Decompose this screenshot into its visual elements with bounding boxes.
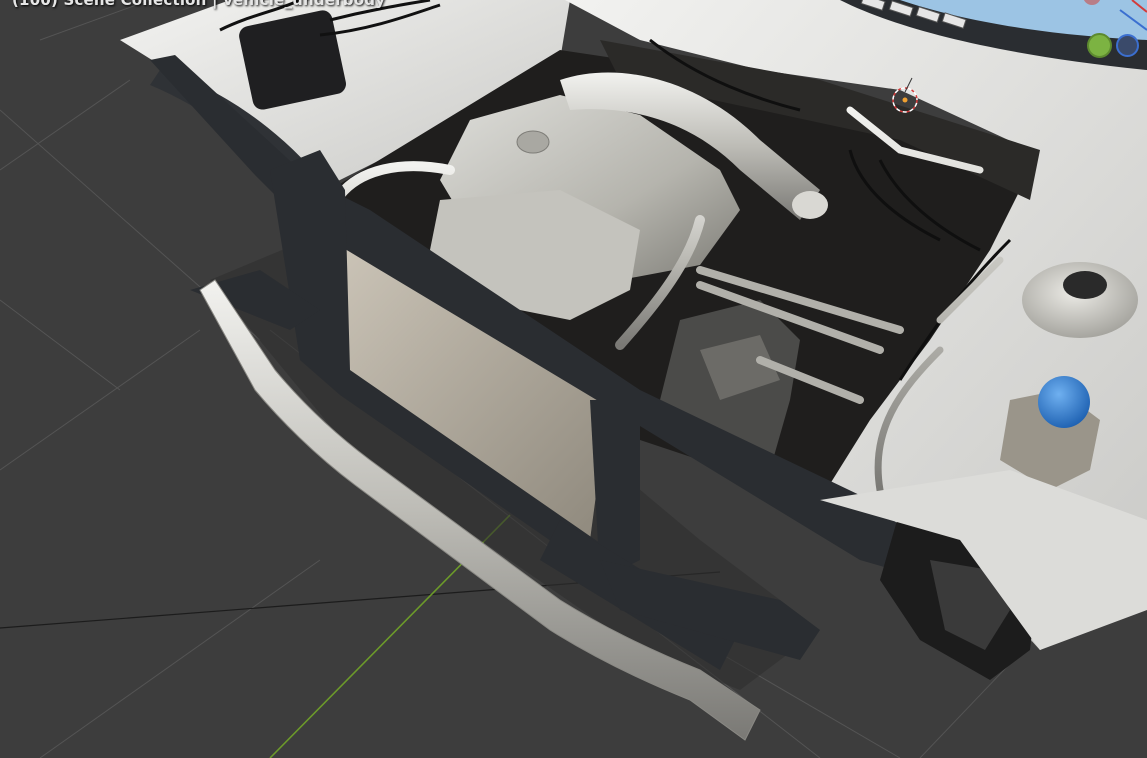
axis-y-dot-icon[interactable]: [1087, 33, 1112, 58]
intake-pipe-end: [792, 191, 828, 219]
axis-z-dot-icon[interactable]: [1116, 34, 1139, 57]
viewport-scene[interactable]: [0, 0, 1147, 758]
oil-cap: [516, 130, 550, 154]
reservoir-cap: [1038, 376, 1090, 428]
reservoir-top: [1063, 271, 1107, 299]
3d-viewport[interactable]: (100) Scene Collection | vehicle_underbo…: [0, 0, 1147, 758]
viewport-object-info: (100) Scene Collection | vehicle_underbo…: [12, 0, 386, 9]
